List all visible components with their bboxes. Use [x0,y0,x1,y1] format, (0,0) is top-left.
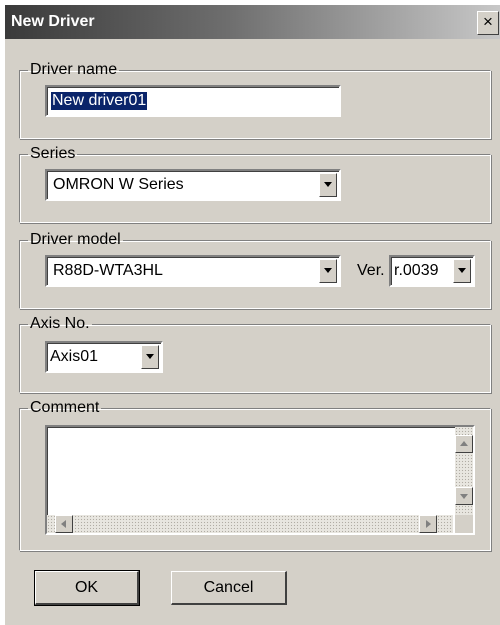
driver-model-legend: Driver model [30,231,121,248]
dropdown-arrow-icon[interactable] [319,259,337,283]
scroll-left-icon[interactable] [55,515,73,533]
cancel-button[interactable]: Cancel [171,571,287,605]
axis-dropdown[interactable]: Axis01 [45,341,163,373]
version-label: Ver. [357,262,385,279]
close-button[interactable]: × [477,11,499,35]
dropdown-arrow-icon[interactable] [453,259,471,283]
scroll-down-icon[interactable] [455,487,473,505]
driver-name-legend: Driver name [30,61,118,78]
dropdown-arrow-icon[interactable] [141,345,159,369]
new-driver-dialog: New Driver × Driver name New driver01 Se… [4,4,500,625]
scroll-up-icon[interactable] [455,435,473,453]
close-icon: × [483,12,493,31]
scroll-right-icon[interactable] [419,515,437,533]
driver-model-dropdown[interactable]: R88D-WTA3HL [45,255,341,287]
scrollbar-corner [455,515,473,533]
version-selected: r.0039 [394,262,439,279]
horizontal-scrollbar[interactable] [47,515,453,533]
dialog-title: New Driver [11,13,95,30]
driver-name-input[interactable]: New driver01 [45,85,341,117]
comment-textarea[interactable] [45,425,475,535]
title-bar: New Driver × [5,5,500,39]
series-selected: OMRON W Series [53,176,184,193]
comment-legend: Comment [30,399,100,416]
series-dropdown[interactable]: OMRON W Series [45,169,341,201]
version-dropdown[interactable]: r.0039 [389,255,475,287]
dropdown-arrow-icon[interactable] [319,173,337,197]
series-legend: Series [30,145,76,162]
axis-legend: Axis No. [30,315,90,332]
driver-name-value: New driver01 [51,92,148,110]
ok-button[interactable]: OK [34,570,140,606]
driver-model-selected: R88D-WTA3HL [53,262,163,279]
axis-selected: Axis01 [50,348,99,365]
